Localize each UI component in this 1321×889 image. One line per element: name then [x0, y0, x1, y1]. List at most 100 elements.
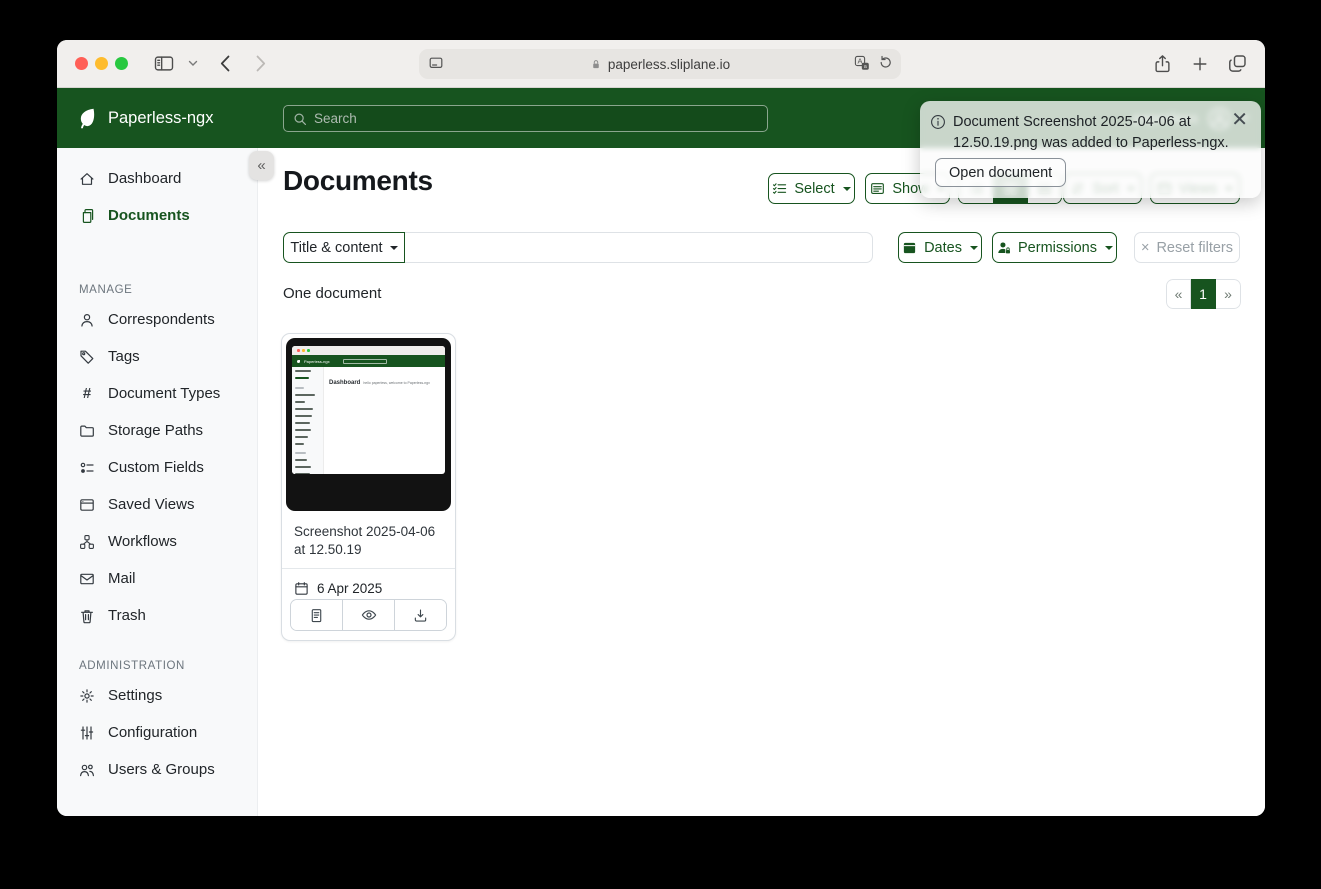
filter-field-selector[interactable]: Title & content [283, 232, 405, 263]
sidebar-item-custom-fields[interactable]: Custom Fields [57, 449, 257, 486]
browser-window: paperless.sliplane.io Aa Paperless-ngx [57, 40, 1265, 816]
thumbnail-mini-content: Dashboardhello paperless, welcome to Pap… [324, 367, 445, 474]
eye-icon [361, 607, 377, 623]
pagination-prev-button[interactable]: « [1166, 279, 1191, 309]
sidebar-section-administration: ADMINISTRATION [79, 660, 257, 672]
sidebar-item-saved-views[interactable]: Saved Views [57, 486, 257, 523]
documents-page: Documents Select Show [258, 148, 1265, 816]
thumbnail-mini-sidebar [292, 367, 324, 474]
sidebar-item-storage-paths[interactable]: Storage Paths [57, 412, 257, 449]
close-window-button[interactable] [75, 57, 88, 70]
back-button[interactable] [219, 54, 231, 73]
tab-overview-icon[interactable] [1228, 54, 1247, 73]
sidebar-item-settings[interactable]: Settings [57, 677, 257, 714]
list-check-icon [772, 181, 787, 196]
sidebar-item-documents[interactable]: Documents [57, 197, 257, 234]
sidebar-item-mail[interactable]: Mail [57, 560, 257, 597]
person-lock-icon [996, 240, 1011, 255]
trash-icon [79, 608, 95, 624]
browser-titlebar: paperless.sliplane.io Aa [57, 40, 1265, 88]
translate-icon[interactable]: Aa [854, 55, 870, 74]
tag-icon [79, 349, 95, 365]
open-document-button[interactable]: Open document [935, 158, 1066, 187]
sidebar-item-configuration[interactable]: Configuration [57, 714, 257, 751]
folder-icon [79, 423, 95, 439]
sidebar-section-manage: MANAGE [79, 284, 257, 296]
pagination-next-button[interactable]: » [1216, 279, 1241, 309]
gear-icon [79, 688, 95, 704]
caret-down-icon [970, 246, 978, 250]
svg-text:A: A [857, 56, 862, 65]
paperless-leaf-logo-icon [75, 107, 98, 130]
result-count: One document [283, 285, 381, 302]
sidebar: Dashboard Documents MANAGE Correspondent… [57, 148, 258, 816]
download-button[interactable] [394, 600, 446, 630]
toast-notification: Document Screenshot 2025-04-06 at 12.50.… [920, 101, 1261, 198]
new-tab-icon[interactable] [1192, 56, 1208, 72]
thumbnail-mini-navbar: Paperless-ngx [292, 355, 445, 367]
window-icon [79, 497, 95, 513]
filter-query-input[interactable] [404, 232, 873, 263]
sidebar-item-trash[interactable]: Trash [57, 597, 257, 634]
caret-down-icon [1105, 246, 1113, 250]
download-icon [413, 608, 428, 623]
zoom-window-button[interactable] [115, 57, 128, 70]
app-brand-label: Paperless-ngx [108, 109, 213, 128]
file-text-icon [309, 608, 324, 623]
sidebar-item-workflows[interactable]: Workflows [57, 523, 257, 560]
dates-filter-button[interactable]: Dates [898, 232, 982, 263]
address-bar[interactable]: paperless.sliplane.io Aa [419, 49, 901, 79]
calendar-filled-icon [902, 240, 917, 255]
sidebar-item-users-groups[interactable]: Users & Groups [57, 751, 257, 788]
caret-down-icon [843, 187, 851, 191]
select-button[interactable]: Select [768, 173, 855, 204]
people-icon [79, 762, 95, 778]
global-search-input[interactable] [314, 111, 758, 126]
reset-filters-button[interactable]: × Reset filters [1134, 232, 1240, 263]
pagination: « 1 » [1166, 279, 1241, 309]
pagination-page-1-button[interactable]: 1 [1191, 279, 1216, 309]
search-icon [293, 112, 307, 126]
document-thumbnail[interactable]: Paperless-ngx Dashboardhello paperless, … [286, 338, 451, 511]
forward-button[interactable] [255, 54, 267, 73]
sidebar-collapse-button[interactable]: « [249, 151, 274, 180]
person-icon [79, 312, 95, 328]
toast-close-button[interactable]: ✕ [1231, 107, 1248, 132]
minimize-window-button[interactable] [95, 57, 108, 70]
share-icon[interactable] [1154, 54, 1171, 74]
info-icon [930, 114, 946, 135]
sidebar-item-dashboard[interactable]: Dashboard [57, 160, 257, 197]
radio-list-icon [79, 460, 95, 476]
thumbnail-mini-titlebar [292, 346, 445, 355]
home-icon [79, 171, 95, 187]
card-text-icon [870, 181, 885, 196]
preview-button[interactable] [342, 600, 394, 630]
page-appearance-icon[interactable] [428, 55, 444, 74]
thumbnail-mini-window: Paperless-ngx Dashboardhello paperless, … [292, 346, 445, 474]
lock-icon [590, 58, 602, 71]
document-card: Paperless-ngx Dashboardhello paperless, … [281, 333, 456, 641]
sidebar-toggle-icon[interactable] [154, 55, 174, 72]
open-details-button[interactable] [291, 600, 342, 630]
app-brand[interactable]: Paperless-ngx [75, 88, 213, 148]
hash-icon: # [79, 386, 95, 402]
sidebar-item-document-types[interactable]: # Document Types [57, 375, 257, 412]
mail-icon [79, 571, 95, 587]
chevron-down-icon[interactable] [188, 60, 198, 67]
permissions-filter-button[interactable]: Permissions [992, 232, 1117, 263]
caret-down-icon [390, 246, 398, 250]
document-title[interactable]: Screenshot 2025-04-06 at 12.50.19 [282, 515, 455, 569]
sliders-icon [79, 725, 95, 741]
workflow-boxes-icon [79, 534, 95, 550]
clear-x-icon: × [1141, 240, 1149, 256]
thumbnail-leaf-icon [297, 360, 300, 363]
reload-icon[interactable] [878, 55, 893, 73]
calendar-icon [294, 581, 309, 596]
sidebar-item-tags[interactable]: Tags [57, 338, 257, 375]
documents-icon [79, 208, 95, 224]
document-actions [290, 599, 447, 631]
toast-message: Document Screenshot 2025-04-06 at 12.50.… [953, 112, 1235, 154]
document-date: 6 Apr 2025 [294, 581, 382, 596]
sidebar-item-correspondents[interactable]: Correspondents [57, 301, 257, 338]
url-text: paperless.sliplane.io [608, 57, 730, 72]
